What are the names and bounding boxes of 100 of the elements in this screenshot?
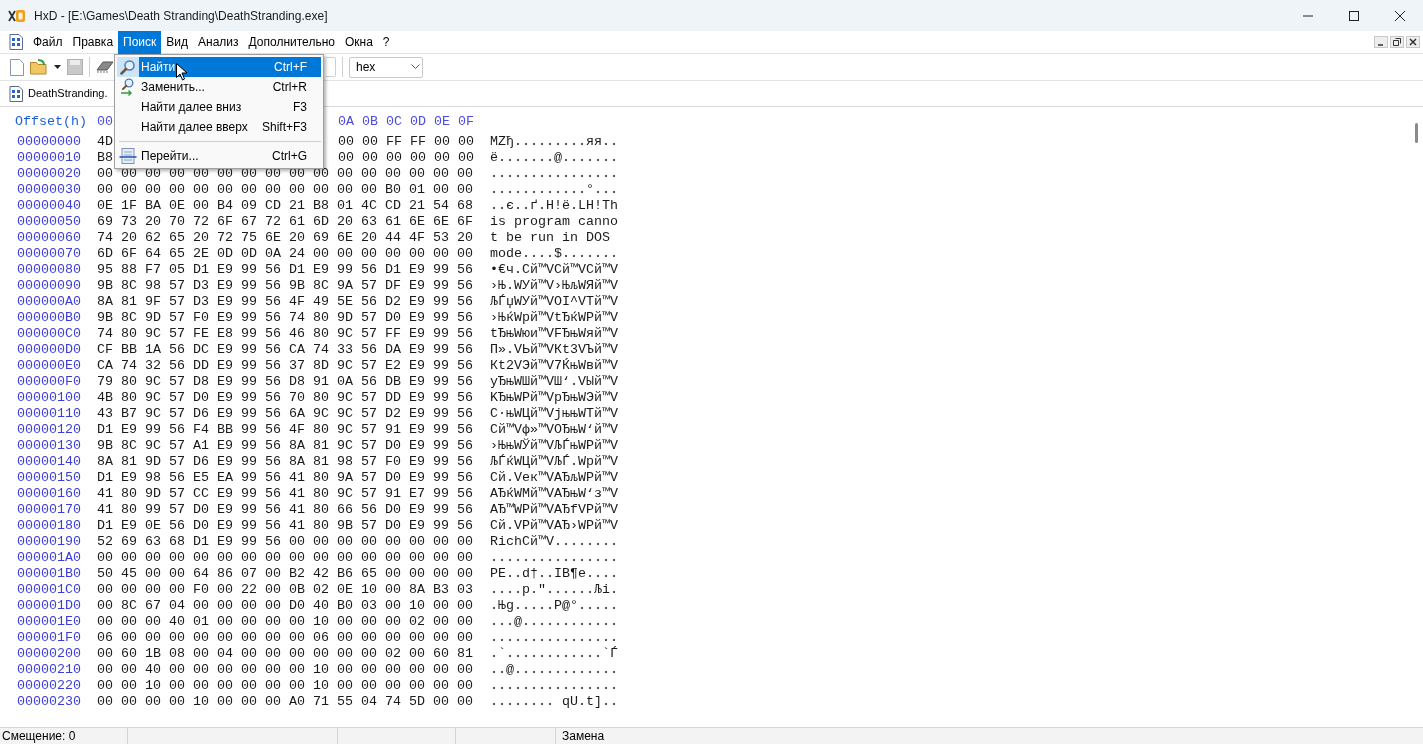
menu-option[interactable]: Найти далее вниз F3 bbox=[117, 97, 321, 117]
offset-cell-text: 00000030 bbox=[17, 182, 82, 198]
hex-bytes: CF BB 1A 56 DC E9 99 56 CA 74 33 56 DA E9 99 56 bbox=[97, 342, 473, 358]
caret-icon[interactable] bbox=[54, 65, 61, 69]
menu-item[interactable]: Вид bbox=[161, 30, 194, 54]
close-icon bbox=[1395, 10, 1405, 21]
offset-cell-text: 00000040 bbox=[17, 198, 82, 214]
mouse-pointer-icon bbox=[176, 63, 188, 81]
offset-cell-text: 000000C0 bbox=[17, 326, 82, 342]
hex-bytes: 06 00 00 00 00 00 00 00 00 06 00 00 00 00 00 00 bbox=[97, 630, 473, 646]
restore-icon bbox=[1393, 38, 1401, 46]
menu-option[interactable]: Найти Ctrl+F bbox=[117, 57, 321, 77]
menu-item[interactable]: Файл bbox=[28, 30, 68, 54]
offset-cell-text: 00000010 bbox=[17, 150, 82, 166]
ascii-text: C·њWЦй™VjњњWТй™V bbox=[490, 406, 618, 422]
app-logo-icon bbox=[8, 8, 26, 23]
hex-bytes: 41 80 9D 57 CC E9 99 56 41 80 9C 57 91 E7 99 56 bbox=[97, 486, 473, 502]
menu-option[interactable]: Найти далее вверх Shift+F3 bbox=[117, 117, 321, 137]
ascii-text: ................ bbox=[490, 550, 618, 566]
offset-cell-text: 00000200 bbox=[17, 646, 82, 662]
offset-cell-text: 00000050 bbox=[17, 214, 82, 230]
ascii-text: ................ bbox=[490, 678, 618, 694]
menu-item[interactable]: Окна bbox=[339, 30, 378, 54]
hex-bytes: 00 60 1B 08 00 04 00 00 00 00 00 00 02 00 60 81 bbox=[97, 646, 473, 662]
mdi-minimize-button[interactable] bbox=[1374, 36, 1388, 48]
hex-bytes: 00 00 00 00 00 00 00 00 00 00 00 00 00 00 00 00 bbox=[97, 550, 473, 566]
menu-item[interactable]: Дополнительно bbox=[243, 30, 340, 54]
hex-bytes: 9B 8C 9D 57 F0 E9 99 56 74 80 9D 57 D0 E9 99 56 bbox=[97, 310, 473, 326]
offset-cell-text: 000001B0 bbox=[17, 566, 82, 582]
dropdown-field[interactable] bbox=[326, 57, 336, 77]
offset-cell-text: 00000170 bbox=[17, 502, 82, 518]
ascii-text: ›ЊќWрй™VtЂќWРй™V bbox=[490, 310, 618, 326]
ascii-text: ................ bbox=[490, 166, 618, 182]
hex-bytes: 00 00 00 40 01 00 00 00 00 10 00 00 00 02 00 00 bbox=[97, 614, 473, 630]
ascii-text: AЂќWМй™VAЂњW‘з™V bbox=[490, 486, 618, 502]
ascii-text: MZђ.........яя.. bbox=[490, 134, 618, 150]
offset-cell-text: 000000F0 bbox=[17, 374, 82, 390]
mdi-restore-button[interactable] bbox=[1390, 36, 1404, 48]
hex-bytes: 41 80 99 57 D0 E9 99 56 41 80 66 56 D0 E9 99 56 bbox=[97, 502, 473, 518]
ascii-text: ё.......@....... bbox=[490, 150, 618, 166]
offset-cell-text: 000001E0 bbox=[17, 614, 82, 630]
menu-option[interactable]: Перейти... Ctrl+G bbox=[117, 146, 321, 166]
chip-icon[interactable] bbox=[96, 61, 114, 73]
hex-bytes: 8A 81 9F 57 D3 E9 99 56 4F 49 5E 56 D2 E9 99 56 bbox=[97, 294, 473, 310]
hex-bytes: B8 bbox=[97, 150, 113, 166]
offset-cell-text: 00000230 bbox=[17, 694, 82, 710]
ascii-text: ............°... bbox=[490, 182, 618, 198]
hex-bytes: 4B 80 9C 57 D0 E9 99 56 70 80 9C 57 DD E9 99 56 bbox=[97, 390, 473, 406]
hex-bytes: 79 80 9C 57 D8 E9 99 56 D8 91 0A 56 DB E9 99 56 bbox=[97, 374, 473, 390]
offset-cell-text: 00000210 bbox=[17, 662, 82, 678]
ascii-text: .`............`Ѓ bbox=[490, 646, 618, 662]
open-folder-icon[interactable] bbox=[30, 59, 48, 75]
document-grid-icon bbox=[9, 34, 23, 50]
chevron-down-icon bbox=[411, 64, 420, 70]
mdi-close-button[interactable] bbox=[1406, 36, 1420, 48]
ascii-text: ›Њ.WУй™V›ЊљWЯй™V bbox=[490, 278, 618, 294]
offset-cell-text: 000001F0 bbox=[17, 630, 82, 646]
offset-cell-text: 000001A0 bbox=[17, 550, 82, 566]
ascii-text: ........ qU.t].. bbox=[490, 694, 618, 710]
offset-cell-text: 00000000 bbox=[17, 134, 82, 150]
hex-bytes: 8A 81 9D 57 D6 E9 99 56 8A 81 98 57 F0 E9 99 56 bbox=[97, 454, 473, 470]
ascii-text: П».VЬй™VКt3VЪй™V bbox=[490, 342, 618, 358]
scrollbar-thumb[interactable] bbox=[1414, 123, 1418, 143]
hex-bytes: D1 E9 99 56 F4 BB 99 56 4F 80 9C 57 91 E9 99 56 bbox=[97, 422, 473, 438]
hex-bytes: 4D bbox=[97, 134, 113, 150]
offset-cell-text: 000001C0 bbox=[17, 582, 82, 598]
ascii-text: Сй.Vек™VAЂљWРй™V bbox=[490, 470, 618, 486]
offset-cell-text: 00000080 bbox=[17, 262, 82, 278]
offset-cell-text: 000000E0 bbox=[17, 358, 82, 374]
ascii-text: ЉЃќWЦй™VЉЃ.Wрй™V bbox=[490, 454, 618, 470]
hex-bytes: 00 00 00 00 F0 00 22 00 0B 02 0E 10 00 8A B3 03 bbox=[97, 582, 473, 598]
file-tab[interactable]: DeathStranding. bbox=[28, 85, 108, 102]
hex-bytes: 95 88 F7 05 D1 E9 99 56 D1 E9 99 56 D1 E9 99 56 bbox=[97, 262, 473, 278]
menu-item[interactable]: Правка bbox=[67, 30, 119, 54]
display-combo[interactable]: hex bbox=[349, 56, 423, 78]
hex-bytes: 69 73 20 70 72 6F 67 72 61 6D 20 63 61 6E 6E 6F bbox=[97, 214, 473, 230]
ascii-text: ................ bbox=[490, 630, 618, 646]
menu-item[interactable]: Анализ bbox=[193, 30, 244, 54]
offset-header: Offset(h) bbox=[15, 114, 88, 131]
column-header: 00 bbox=[97, 114, 113, 131]
menu-item[interactable]: Поиск bbox=[118, 30, 162, 54]
hex-bytes: 00 8C 67 04 00 00 00 00 D0 40 B0 03 00 10 00 00 bbox=[97, 598, 473, 614]
ascii-text: Кt2VЭй™V7ЌњWвй™V bbox=[490, 358, 618, 374]
menu-item[interactable]: ? bbox=[377, 30, 395, 54]
ascii-text: .Њg.....Р@°..... bbox=[490, 598, 618, 614]
ascii-text: mode....$....... bbox=[490, 246, 618, 262]
ascii-text: ...@............ bbox=[490, 614, 618, 630]
menu-option[interactable]: Заменить... Ctrl+R bbox=[117, 77, 321, 97]
ascii-text: Сй.VРй™VAЂ›WРй™V bbox=[490, 518, 618, 534]
offset-cell-text: 000000D0 bbox=[17, 342, 82, 358]
offset-cell-text: 000001D0 bbox=[17, 598, 82, 614]
ascii-text: is program canno bbox=[490, 214, 618, 230]
new-file-icon[interactable] bbox=[10, 58, 24, 76]
ascii-text: t be run in DOS bbox=[490, 230, 611, 246]
ascii-text: •€ч.Сй™VСй™VСй™V bbox=[490, 262, 618, 278]
offset-cell-text: 00000090 bbox=[17, 278, 82, 294]
ascii-text: ›ЊњWЎй™VЉЃњWРй™V bbox=[490, 438, 618, 454]
lines-page-icon bbox=[119, 148, 137, 164]
offset-cell-text: 00000220 bbox=[17, 678, 82, 694]
ascii-text: tЂњWюи™VFЂњWяй™V bbox=[490, 326, 618, 342]
